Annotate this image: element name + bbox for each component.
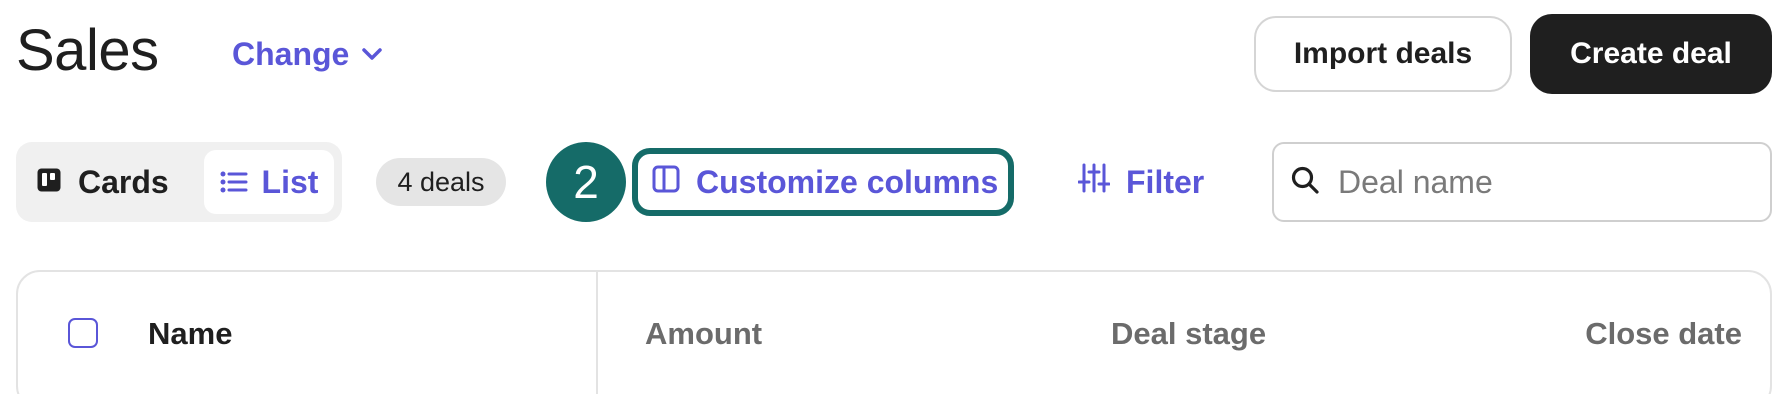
filter-button[interactable]: Filter (1077, 160, 1205, 204)
page-title: Sales (16, 18, 159, 83)
customize-columns-button[interactable]: Customize columns (632, 148, 1014, 216)
view-cards-button[interactable]: Cards (36, 152, 169, 212)
search-icon (1290, 165, 1320, 200)
select-all-checkbox[interactable] (68, 318, 98, 348)
create-deal-button[interactable]: Create deal (1530, 14, 1772, 94)
column-header-close-date[interactable]: Close date (1585, 316, 1742, 352)
change-pipeline-button[interactable]: Change (232, 32, 383, 76)
view-list-button[interactable]: List (204, 150, 334, 214)
column-header-name[interactable]: Name (148, 316, 232, 352)
view-toggle: Cards List (16, 142, 342, 222)
search-input[interactable] (1338, 163, 1738, 201)
search-box (1272, 142, 1772, 222)
column-divider (596, 272, 598, 394)
sales-page: Sales Change Import deals Create deal Ca… (0, 0, 1788, 394)
kanban-board-icon (36, 164, 62, 201)
sliders-icon (1077, 163, 1111, 201)
columns-icon (652, 164, 680, 201)
filter-label: Filter (1126, 163, 1205, 200)
list-icon (220, 164, 248, 201)
change-label: Change (232, 35, 350, 72)
customize-columns-label: Customize columns (696, 163, 999, 200)
deals-table: Name Amount Deal stage Close date (16, 270, 1772, 394)
import-deals-button[interactable]: Import deals (1254, 16, 1512, 92)
column-header-deal-stage[interactable]: Deal stage (1111, 316, 1266, 352)
column-header-amount[interactable]: Amount (645, 316, 762, 352)
view-cards-label: Cards (78, 163, 169, 200)
deal-count-badge: 4 deals (376, 158, 506, 206)
chevron-down-icon (361, 47, 383, 61)
view-list-label: List (261, 163, 319, 200)
step-number-badge: 2 (546, 142, 626, 222)
